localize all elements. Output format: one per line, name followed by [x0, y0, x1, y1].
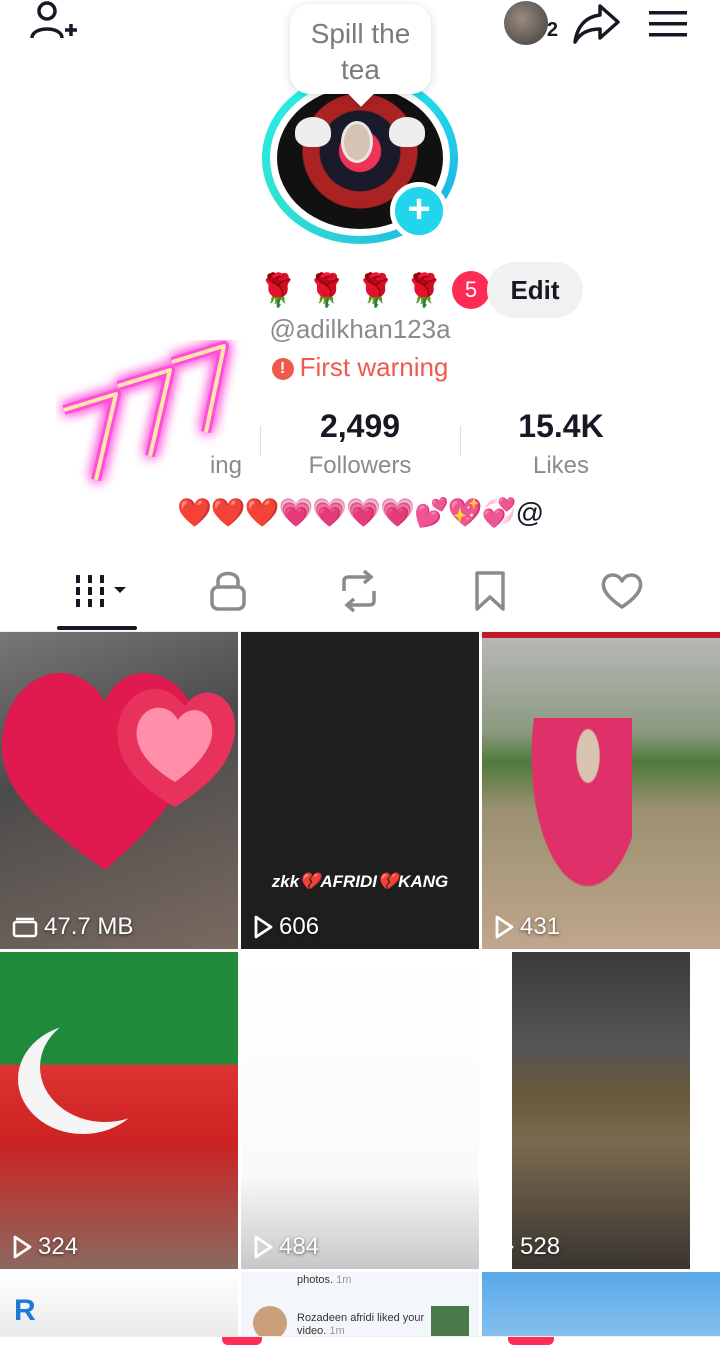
view-count: 324 [12, 1233, 78, 1261]
edit-profile-button[interactable]: Edit [487, 262, 583, 318]
repost-icon [342, 569, 376, 613]
draft-size-label: 47.7 MB [12, 913, 133, 941]
gift-roses[interactable]: 🌹 🌹 🌹 🌹 5 [258, 268, 491, 312]
likes-stat[interactable]: 15.4K Likes [461, 408, 661, 480]
rose-count-badge: 5 [452, 271, 491, 309]
menu-button[interactable] [644, 0, 692, 46]
lock-icon [210, 571, 246, 611]
bookmark-icon [475, 571, 505, 611]
story-count: 2 [546, 19, 558, 41]
view-count: 528 [494, 1233, 560, 1261]
roses-emoji: 🌹 🌹 🌹 🌹 [258, 272, 445, 308]
app-logo-icon: R [14, 1294, 36, 1327]
share-button[interactable] [570, 0, 622, 46]
drafts-icon [12, 917, 38, 938]
play-icon [495, 1235, 514, 1259]
flag-crescent [40, 1012, 170, 1122]
hamburger-icon [649, 11, 687, 37]
video-thumbnail[interactable]: 47.7 MB [0, 632, 238, 949]
view-count: 606 [253, 913, 319, 941]
tab-reposts[interactable] [289, 556, 429, 626]
share-arrow-icon [573, 4, 620, 44]
view-count: 484 [253, 1233, 319, 1261]
play-icon [254, 915, 273, 939]
view-count: 431 [494, 913, 560, 941]
video-caption-overlay: zkk💔AFRIDI💔KANG [271, 872, 449, 891]
tab-videos[interactable] [32, 556, 172, 626]
tab-private[interactable] [158, 556, 298, 626]
video-thumbnail[interactable]: 324 [0, 952, 238, 1269]
person-figure [522, 718, 632, 908]
followers-stat[interactable]: 2,499 Followers [260, 408, 460, 480]
play-icon [495, 915, 514, 939]
tab-favorites[interactable] [420, 556, 560, 626]
video-thumbnail[interactable]: 484 [241, 952, 479, 1269]
big-heart-sticker [1, 673, 235, 870]
profile-tabs [0, 556, 720, 632]
profile-bio: ❤️❤️❤️💗💗💗💗💕💖💞@ [176, 497, 544, 528]
tab-liked[interactable] [552, 556, 692, 626]
video-thumbnail[interactable]: 431 [482, 632, 720, 949]
heart-icon [601, 573, 643, 609]
play-icon [254, 1235, 273, 1259]
person-plus-icon [30, 1, 77, 39]
chevron-down-icon [114, 587, 126, 593]
bottom-nav-edge [0, 1336, 720, 1348]
story-avatars-button[interactable]: 2 [494, 0, 558, 46]
add-friend-button[interactable] [24, 0, 80, 46]
grid-icon [76, 575, 126, 607]
add-story-button[interactable]: + [390, 182, 448, 240]
active-tab-indicator [57, 626, 137, 630]
warning-icon: ! [271, 358, 294, 380]
neon-777-sticker [62, 341, 229, 482]
spill-the-tea-bubble[interactable]: Spill the tea [290, 4, 431, 94]
video-thumbnail[interactable]: 528 [482, 952, 720, 1269]
play-icon [13, 1235, 32, 1259]
video-thumbnail[interactable]: zkk💔AFRIDI💔KANG 606 [241, 632, 479, 949]
story-avatar [504, 1, 548, 45]
